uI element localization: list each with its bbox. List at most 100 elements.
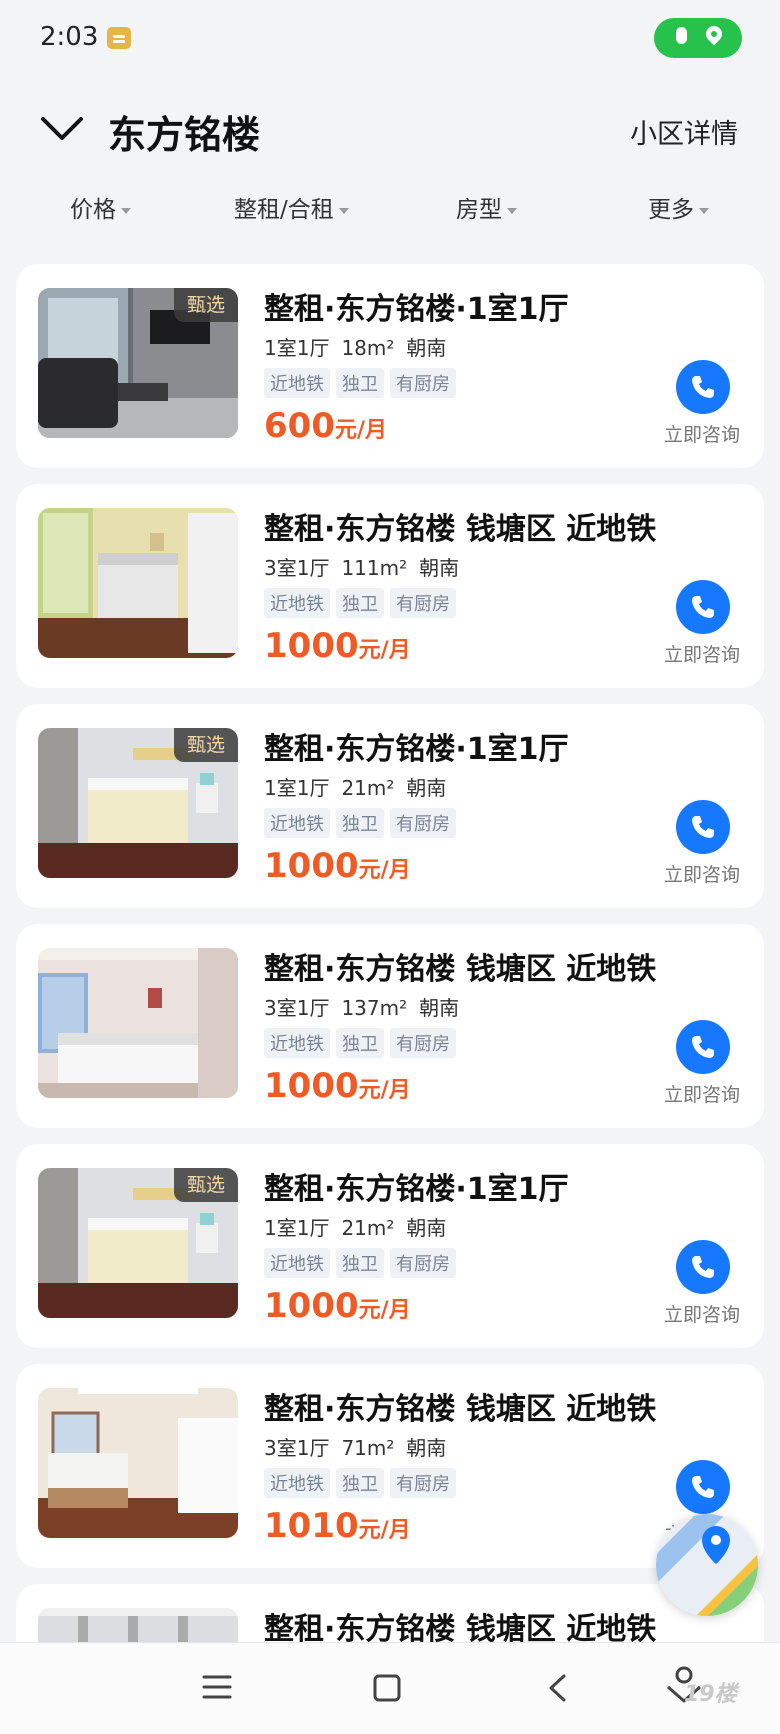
- phone-icon: [692, 1476, 714, 1498]
- price-unit: 元/月: [358, 1518, 411, 1543]
- call-label[interactable]: 立即咨询: [664, 420, 740, 447]
- listing-specs: 1室1厅 18m² 朝南: [264, 332, 458, 361]
- status-bar: 2:03: [0, 0, 780, 80]
- page-title: 东方铭楼: [108, 113, 261, 157]
- select-badge: 甄选: [174, 288, 238, 322]
- call-button[interactable]: [676, 800, 730, 854]
- listing-photo[interactable]: [38, 508, 238, 658]
- listing-photo[interactable]: [38, 1388, 238, 1538]
- call-button[interactable]: [676, 1240, 730, 1294]
- listing-tag: 独卫: [336, 1468, 384, 1498]
- listing-area: 137m²: [341, 996, 408, 1020]
- listing-layout: 3室1厅: [264, 996, 330, 1020]
- map-view-button[interactable]: [656, 1514, 758, 1616]
- listing-area: 18m²: [341, 336, 395, 360]
- listing-layout: 3室1厅: [264, 556, 330, 580]
- listing-title[interactable]: 整租·东方铭楼 钱塘区 近地铁: [264, 504, 656, 548]
- listing-area: 111m²: [341, 556, 408, 580]
- listing-tag: 独卫: [336, 808, 384, 838]
- filter-more[interactable]: 更多: [648, 190, 709, 224]
- listing-price: 600元/月: [264, 406, 387, 446]
- listing-tag: 有厨房: [390, 1028, 456, 1058]
- filter-price[interactable]: 价格: [70, 190, 131, 224]
- home-square-icon[interactable]: [372, 1673, 402, 1703]
- message-notification-icon: [107, 27, 131, 49]
- listing-card[interactable]: 甄选 整租·东方铭楼·1室1厅 1室1厅 18m² 朝南 近地铁 独卫 有厨房 600元/月 立即…: [16, 264, 764, 468]
- select-badge: 甄选: [174, 1168, 238, 1202]
- caret-down-icon: [338, 207, 349, 214]
- listing-title[interactable]: 整租·东方铭楼·1室1厅: [264, 284, 569, 328]
- chevron-down-icon[interactable]: [40, 114, 84, 142]
- community-detail-link[interactable]: 小区详情: [630, 112, 738, 151]
- listing-card[interactable]: 整租·东方铭楼 钱塘区 近地铁 3室1厅 137m² 朝南 近地铁 独卫 有厨房 1000元/…: [16, 924, 764, 1128]
- caret-down-icon: [699, 207, 709, 214]
- call-label[interactable]: 立即咨询: [664, 640, 740, 667]
- listing-photo[interactable]: 甄选: [38, 728, 238, 878]
- filter-rent-type[interactable]: 整租/合租: [234, 190, 349, 224]
- filter-bar: 价格 整租/合租 房型 更多: [0, 190, 780, 232]
- status-indicator-pill: [654, 18, 742, 58]
- listing-layout: 3室1厅: [264, 1436, 330, 1460]
- listing-photo[interactable]: [38, 948, 238, 1098]
- listing-tags: 近地铁 独卫 有厨房: [264, 808, 462, 838]
- listing-tag: 近地铁: [264, 1468, 330, 1498]
- listing-layout: 1室1厅: [264, 336, 330, 360]
- listing-title[interactable]: 整租·东方铭楼·1室1厅: [264, 724, 569, 768]
- filter-label: 整租/合租: [234, 197, 334, 223]
- listing-tag: 独卫: [336, 1248, 384, 1278]
- listing-layout: 1室1厅: [264, 776, 330, 800]
- listing-card[interactable]: 整租·东方铭楼 钱塘区 近地铁 3室1厅 111m² 朝南 近地铁 独卫 有厨房 1000元/…: [16, 484, 764, 688]
- listing-specs: 1室1厅 21m² 朝南: [264, 1212, 458, 1241]
- listing-card[interactable]: 甄选 整租·东方铭楼·1室1厅 1室1厅 21m² 朝南 近地铁 独卫 有厨房 1000元/月 立…: [16, 1144, 764, 1348]
- listing-photo[interactable]: 甄选: [38, 288, 238, 438]
- call-button[interactable]: [676, 1020, 730, 1074]
- listing-price: 1000元/月: [264, 626, 411, 666]
- call-button[interactable]: [676, 580, 730, 634]
- listing-tags: 近地铁 独卫 有厨房: [264, 1248, 462, 1278]
- back-arrow-icon[interactable]: [546, 1673, 568, 1703]
- header: 东方铭楼 小区详情: [0, 88, 780, 172]
- microphone-icon: [676, 27, 687, 44]
- listing-area: 21m²: [341, 1216, 395, 1240]
- listing-card[interactable]: 整租·东方铭楼 钱塘区 近地铁 3室1厅 71m² 朝南 近地铁 独卫 有厨房 1010元/月…: [16, 1364, 764, 1568]
- price-unit: 元/月: [358, 858, 411, 883]
- listing-title[interactable]: 整租·东方铭楼·1室1厅: [264, 1164, 569, 1208]
- listing-photo[interactable]: 甄选: [38, 1168, 238, 1318]
- listing-tag: 独卫: [336, 588, 384, 618]
- watermark-logo: 19楼: [684, 1682, 737, 1707]
- listing-tag: 近地铁: [264, 588, 330, 618]
- listing-price: 1010元/月: [264, 1506, 411, 1546]
- price-value: 1000: [264, 846, 359, 886]
- call-label[interactable]: 立即咨询: [664, 1300, 740, 1327]
- listing-tag: 近地铁: [264, 1248, 330, 1278]
- listing-price: 1000元/月: [264, 1286, 411, 1326]
- filter-room-type[interactable]: 房型: [456, 190, 517, 224]
- menu-icon[interactable]: [202, 1673, 232, 1701]
- map-pin-icon: [656, 1514, 758, 1616]
- listing-price: 1000元/月: [264, 846, 411, 886]
- listing-area: 21m²: [341, 776, 395, 800]
- caret-down-icon: [507, 207, 517, 214]
- listing-tag: 近地铁: [264, 1028, 330, 1058]
- call-label[interactable]: 立即咨询: [664, 1080, 740, 1107]
- phone-icon: [692, 376, 714, 398]
- listing-card[interactable]: 甄选 整租·东方铭楼·1室1厅 1室1厅 21m² 朝南近地铁 独卫 有厨房 1000元/月 立…: [16, 704, 764, 908]
- listing-specs: 1室1厅 21m² 朝南: [264, 772, 458, 801]
- listing-tag: 有厨房: [390, 588, 456, 618]
- listing-orientation: 朝南: [406, 776, 447, 800]
- listing-title[interactable]: 整租·东方铭楼 钱塘区 近地铁: [264, 944, 656, 988]
- select-badge: 甄选: [174, 728, 238, 762]
- listing-price: 1000元/月: [264, 1066, 411, 1106]
- call-button[interactable]: [676, 360, 730, 414]
- call-button[interactable]: [676, 1460, 730, 1514]
- call-label[interactable]: 立即咨询: [664, 860, 740, 887]
- listing-title[interactable]: 整租·东方铭楼 钱塘区 近地铁: [264, 1384, 656, 1428]
- caret-down-icon: [121, 207, 131, 214]
- listing-tag: 有厨房: [390, 1468, 456, 1498]
- price-value: 1000: [264, 626, 359, 666]
- filter-label: 价格: [70, 197, 116, 223]
- listing-specs: 3室1厅 111m² 朝南: [264, 552, 471, 581]
- price-value: 1010: [264, 1506, 359, 1546]
- phone-icon: [692, 816, 714, 838]
- price-unit: 元/月: [334, 418, 388, 443]
